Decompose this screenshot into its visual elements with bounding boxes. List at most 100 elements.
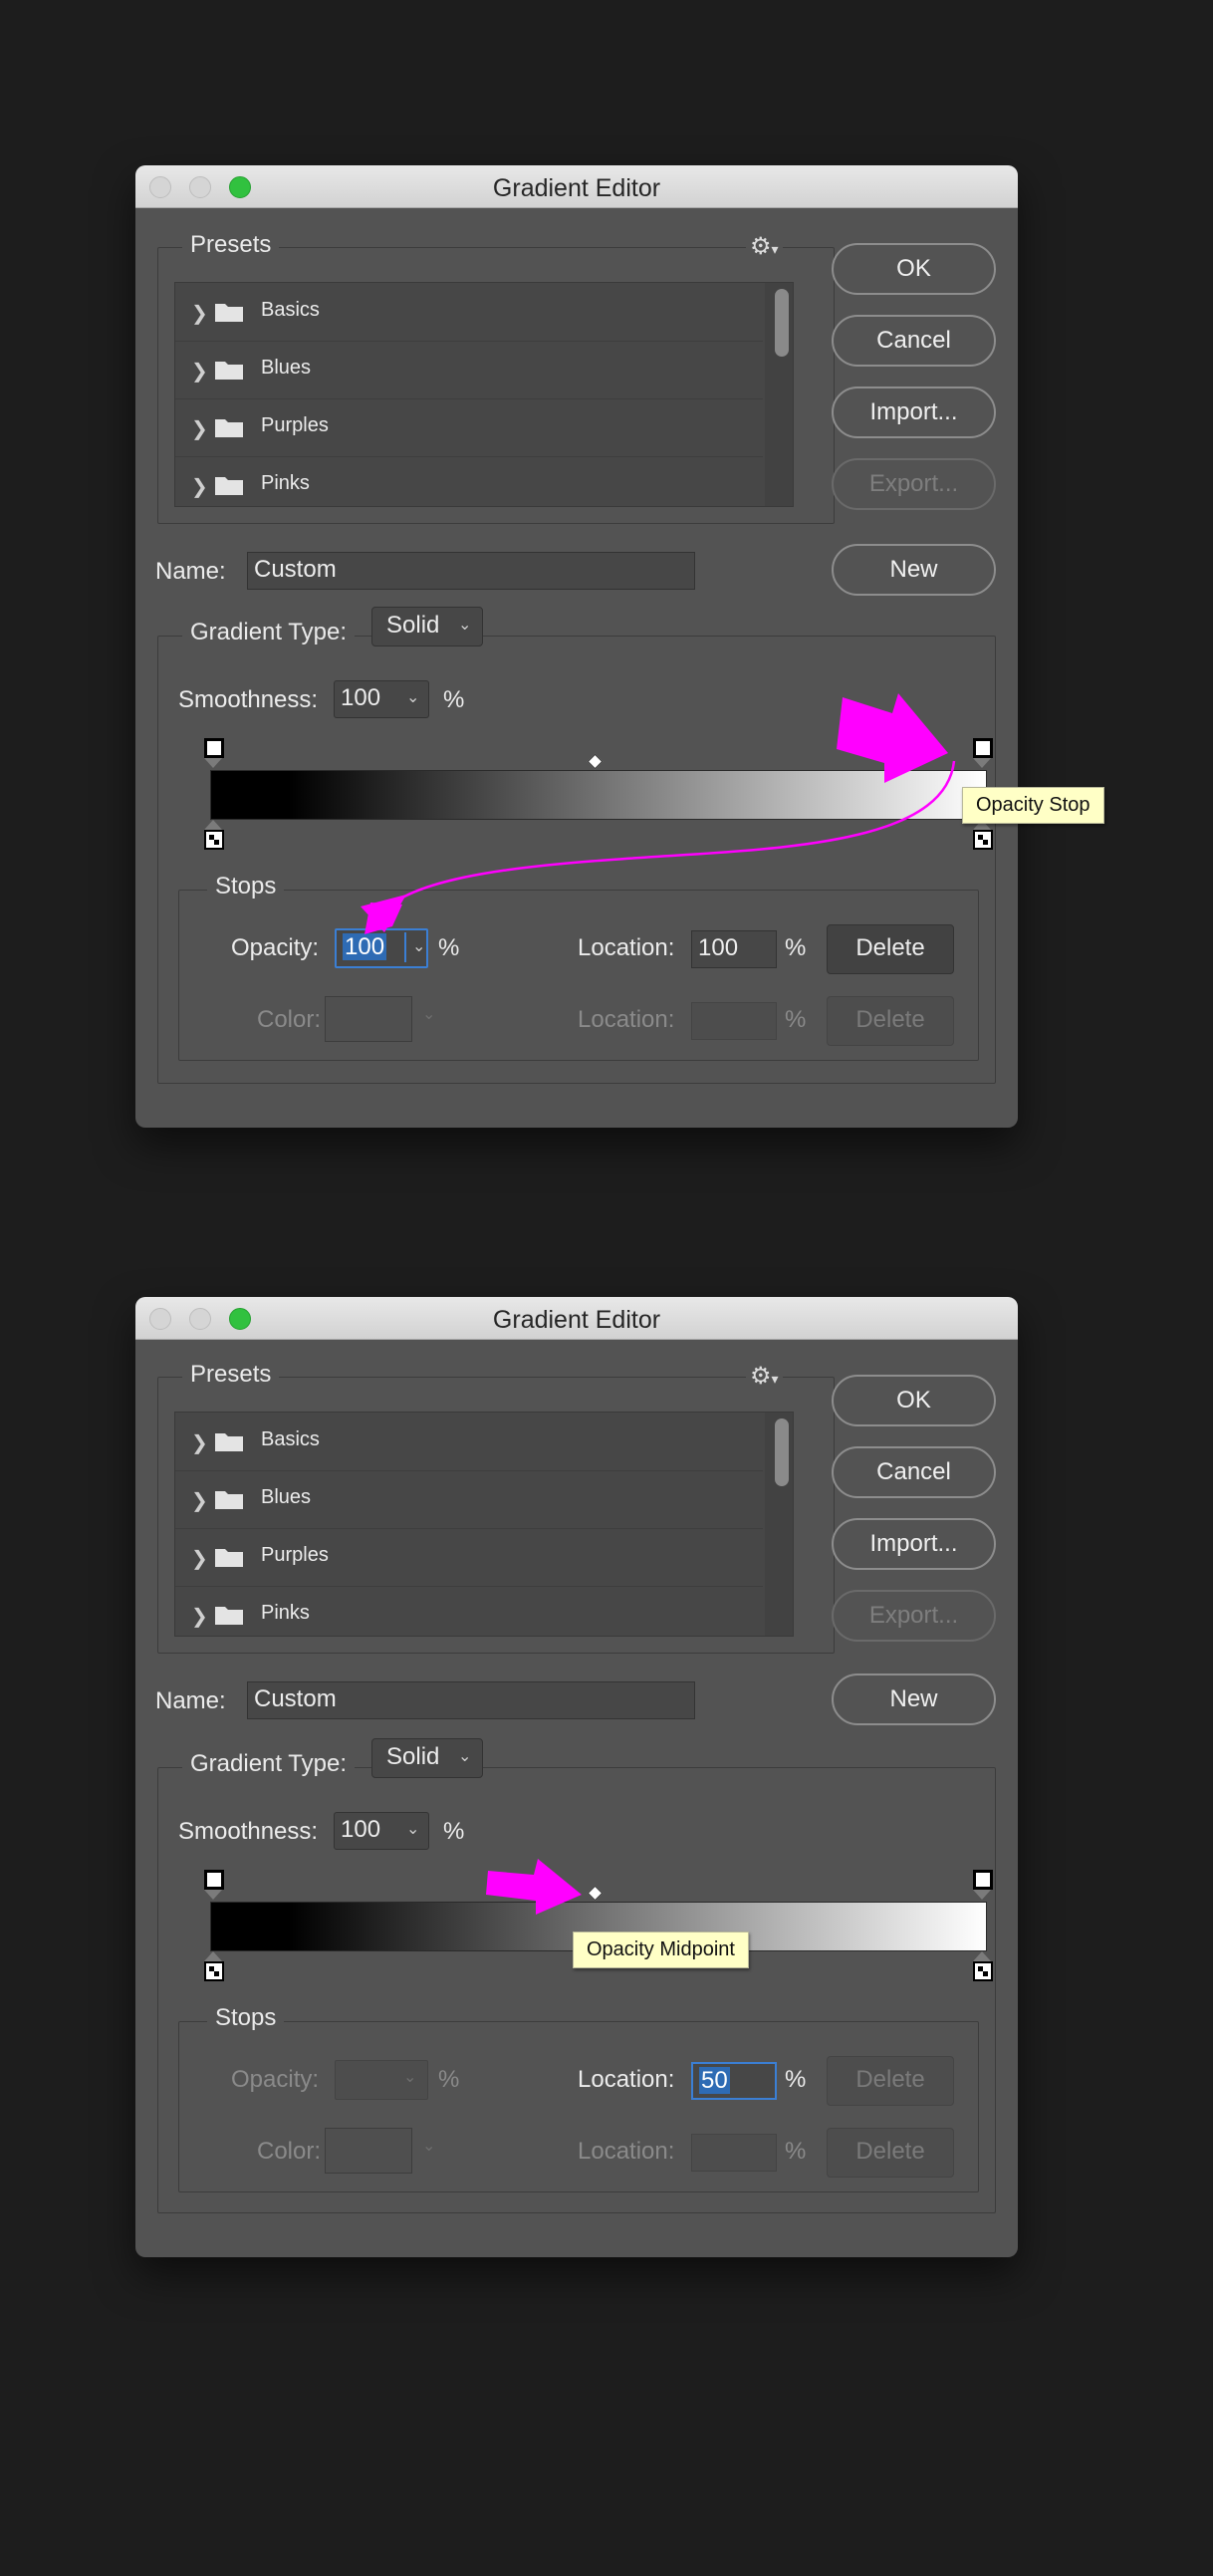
window-title: Gradient Editor xyxy=(492,174,661,202)
preset-folder-pinks[interactable]: ❯ Pinks xyxy=(175,1586,763,1636)
gradient-type-label: Gradient Type: xyxy=(182,1750,355,1778)
opacity-label: Opacity: xyxy=(231,2066,320,2093)
chevron-right-icon[interactable]: ❯ xyxy=(191,1546,208,1571)
opacity-delete-button[interactable]: Delete xyxy=(827,2056,954,2106)
preset-folder-purples[interactable]: ❯ Purples xyxy=(175,1528,763,1587)
import-button[interactable]: Import... xyxy=(832,386,996,438)
ok-button[interactable]: OK xyxy=(832,1375,996,1426)
color-delete-button[interactable]: Delete xyxy=(827,996,954,1046)
preset-folder-label: Blues xyxy=(261,1486,312,1508)
opacity-location-value: 50 xyxy=(699,2067,730,2094)
chevron-down-icon[interactable]: ⌄ xyxy=(404,932,425,962)
opacity-field[interactable]: ⌄ xyxy=(335,2060,428,2100)
opacity-label: Opacity: xyxy=(231,934,320,961)
preset-folder-label: Basics xyxy=(261,1428,320,1450)
presets-scrollbar[interactable] xyxy=(775,289,789,357)
preset-folder-purples[interactable]: ❯ Purples xyxy=(175,398,763,457)
opacity-location-field[interactable]: 50 xyxy=(691,2062,777,2100)
opacity-location-percent: % xyxy=(785,934,807,961)
stops-group: Stops Opacity: 100 ⌄ % Location: 100 % D… xyxy=(178,873,979,1061)
preset-folder-basics[interactable]: ❯ Basics xyxy=(175,283,763,342)
ok-button[interactable]: OK xyxy=(832,243,996,295)
preset-folder-label: Purples xyxy=(261,414,329,436)
new-button[interactable]: New xyxy=(832,1674,996,1725)
presets-list: ❯ Basics ❯ Blues ❯ Purples ❯ Pinks xyxy=(174,282,794,507)
preset-folder-pinks[interactable]: ❯ Pinks xyxy=(175,456,763,506)
color-location-field[interactable] xyxy=(691,1002,777,1040)
color-swatch[interactable] xyxy=(325,996,412,1042)
export-button[interactable]: Export... xyxy=(832,458,996,510)
chevron-right-icon[interactable]: ❯ xyxy=(191,1488,208,1513)
chevron-right-icon[interactable]: ❯ xyxy=(191,474,208,499)
new-button[interactable]: New xyxy=(832,544,996,596)
opacity-midpoint[interactable] xyxy=(587,753,604,770)
smoothness-field[interactable]: 100 ⌄ xyxy=(334,1812,429,1850)
gradient-preview-bar[interactable] xyxy=(210,770,987,820)
cancel-button[interactable]: Cancel xyxy=(832,315,996,367)
folder-icon xyxy=(215,1491,243,1509)
stops-label: Stops xyxy=(207,2004,285,2032)
smoothness-percent: % xyxy=(443,686,465,713)
presets-scrollbar-track[interactable] xyxy=(765,1413,793,1636)
gradient-type-label: Gradient Type: xyxy=(182,619,355,646)
folder-icon xyxy=(215,477,243,495)
title-bar: Gradient Editor xyxy=(135,165,1018,208)
gradient-type-select[interactable]: Solid ⌄ xyxy=(371,1738,483,1778)
preset-folder-blues[interactable]: ❯ Blues xyxy=(175,1470,763,1529)
stops-label: Stops xyxy=(207,873,285,901)
chevron-right-icon[interactable]: ❯ xyxy=(191,301,208,326)
gradient-type-select[interactable]: Solid ⌄ xyxy=(371,607,483,646)
color-location-percent: % xyxy=(785,2138,807,2165)
opacity-midpoint[interactable] xyxy=(587,1885,604,1902)
opacity-location-label: Location: xyxy=(578,934,675,961)
gradient-type-value: Solid xyxy=(386,1743,440,1770)
opacity-location-label: Location: xyxy=(578,2066,675,2093)
smoothness-label: Smoothness: xyxy=(178,1818,319,1845)
gradient-editor-dialog: Gradient Editor Presets ⚙▾ ❯ Basics ❯ Bl… xyxy=(135,165,1104,1128)
import-button[interactable]: Import... xyxy=(832,1518,996,1570)
opacity-percent: % xyxy=(438,934,460,961)
gear-icon[interactable]: ⚙▾ xyxy=(746,232,783,261)
smoothness-value: 100 xyxy=(341,684,381,711)
folder-icon xyxy=(215,1549,243,1567)
opacity-midpoint-tooltip: Opacity Midpoint xyxy=(573,1932,749,1968)
preset-folder-basics[interactable]: ❯ Basics xyxy=(175,1413,763,1471)
cancel-button[interactable]: Cancel xyxy=(832,1446,996,1498)
preset-folder-label: Basics xyxy=(261,299,320,321)
color-location-percent: % xyxy=(785,1006,807,1033)
folder-icon xyxy=(215,304,243,322)
presets-scrollbar[interactable] xyxy=(775,1418,789,1486)
chevron-down-icon: ⌄ xyxy=(422,2138,436,2155)
chevron-down-icon: ⌄ xyxy=(458,617,472,634)
chevron-down-icon[interactable]: ⌄ xyxy=(403,2063,416,2093)
folder-icon xyxy=(215,1433,243,1451)
folder-icon xyxy=(215,1607,243,1625)
folder-icon xyxy=(215,362,243,380)
chevron-right-icon[interactable]: ❯ xyxy=(191,359,208,384)
opacity-location-field[interactable]: 100 xyxy=(691,930,777,968)
chevron-down-icon[interactable]: ⌄ xyxy=(406,683,419,713)
presets-group: Presets ⚙▾ ❯ Basics ❯ Blues ❯ Purples ❯ xyxy=(157,1361,835,1654)
preset-folder-blues[interactable]: ❯ Blues xyxy=(175,341,763,399)
color-label: Color: xyxy=(257,1006,322,1033)
export-button[interactable]: Export... xyxy=(832,1590,996,1642)
smoothness-field[interactable]: 100 ⌄ xyxy=(334,680,429,718)
name-field[interactable]: Custom xyxy=(247,552,695,590)
color-label: Color: xyxy=(257,2138,322,2165)
name-field[interactable]: Custom xyxy=(247,1681,695,1719)
chevron-right-icon[interactable]: ❯ xyxy=(191,1430,208,1455)
color-delete-button[interactable]: Delete xyxy=(827,2128,954,2178)
opacity-delete-button[interactable]: Delete xyxy=(827,924,954,974)
chevron-down-icon[interactable]: ⌄ xyxy=(406,1815,419,1845)
preset-folder-label: Pinks xyxy=(261,1602,310,1624)
color-location-field[interactable] xyxy=(691,2134,777,2172)
gear-icon[interactable]: ⚙▾ xyxy=(746,1362,783,1391)
color-swatch[interactable] xyxy=(325,2128,412,2174)
presets-scrollbar-track[interactable] xyxy=(765,283,793,506)
opacity-field[interactable]: 100 ⌄ xyxy=(335,928,428,968)
chevron-right-icon[interactable]: ❯ xyxy=(191,1604,208,1629)
smoothness-value: 100 xyxy=(341,1816,381,1843)
name-label: Name: xyxy=(155,1687,226,1714)
chevron-right-icon[interactable]: ❯ xyxy=(191,416,208,441)
gradient-group: Gradient Type: Solid ⌄ Smoothness: 100 ⌄… xyxy=(157,607,996,1084)
